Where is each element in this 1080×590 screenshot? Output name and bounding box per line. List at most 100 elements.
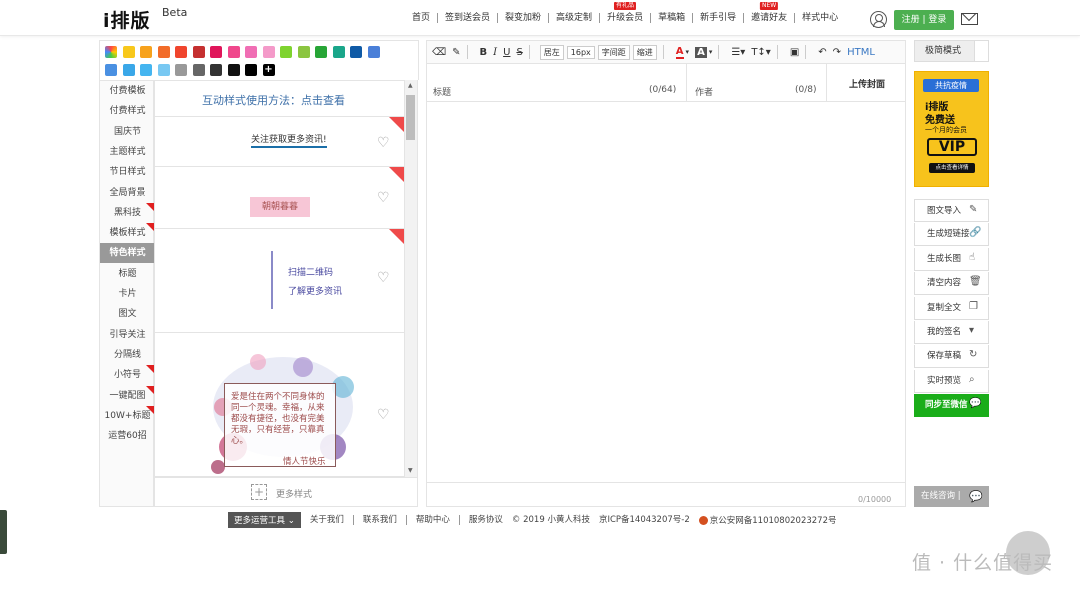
- color-swatch[interactable]: [192, 46, 205, 58]
- footer-link[interactable]: 帮助中心: [407, 515, 460, 525]
- scroll-down-icon[interactable]: ▼: [408, 467, 413, 474]
- color-swatch[interactable]: [367, 46, 380, 58]
- html-mode-button[interactable]: HTML: [847, 47, 875, 58]
- category-item[interactable]: 主题样式: [100, 142, 155, 162]
- vip-promo-banner[interactable]: 共抗疫情 i排版 免费送 一个月的会员 VIP 点击查看详情: [914, 71, 989, 187]
- style-card[interactable]: 朝朝暮暮 ♡: [155, 167, 405, 229]
- nav-item[interactable]: 样式中心: [795, 13, 845, 23]
- toggle-switch[interactable]: [974, 41, 988, 61]
- nav-item[interactable]: 新手引导: [693, 13, 745, 23]
- color-swatch[interactable]: [315, 46, 327, 58]
- category-item[interactable]: 全局背景: [100, 183, 155, 203]
- undo-icon[interactable]: ↶: [818, 47, 826, 58]
- online-consult-button[interactable]: 在线咨询 | 💬: [914, 486, 989, 507]
- color-swatch[interactable]: [175, 64, 187, 76]
- category-item[interactable]: 小符号: [100, 365, 155, 385]
- style-card[interactable]: 扫描二维码 了解更多资讯 ♡: [155, 229, 405, 333]
- title-field[interactable]: 标题 (0/64): [427, 64, 687, 102]
- register-login-button[interactable]: 注册 | 登录: [894, 10, 954, 30]
- category-item[interactable]: 一键配图: [100, 385, 155, 406]
- side-feedback-tab[interactable]: [0, 510, 7, 554]
- editor-area[interactable]: 标题 (0/64) 作者 (0/8) 上传封面: [426, 64, 906, 507]
- image-icon[interactable]: ▣: [790, 47, 799, 58]
- category-item[interactable]: 特色样式: [100, 243, 155, 264]
- side-action-button[interactable]: 保存草稿 ↻: [914, 345, 989, 369]
- side-action-button[interactable]: 我的签名 ▾: [914, 321, 989, 344]
- strikethrough-button[interactable]: S: [516, 47, 522, 58]
- heading-icon[interactable]: T↕▾: [751, 47, 771, 58]
- color-swatch[interactable]: [105, 64, 117, 76]
- nav-item[interactable]: 签到送会员: [438, 13, 499, 23]
- category-item[interactable]: 模板样式: [100, 223, 155, 243]
- nav-item[interactable]: 升级会员 有礼品: [600, 2, 652, 23]
- side-action-button[interactable]: 清空内容 🗑: [914, 272, 989, 296]
- category-item[interactable]: 10W+标题: [100, 405, 155, 426]
- color-swatch[interactable]: [245, 46, 257, 58]
- side-action-button[interactable]: 实时预览 ⌕: [914, 369, 989, 393]
- nav-item[interactable]: 首页: [405, 13, 439, 23]
- category-item[interactable]: 节日样式: [100, 162, 155, 182]
- color-swatch[interactable]: [140, 46, 152, 58]
- more-tools-button[interactable]: 更多运营工具 ⌄: [228, 512, 301, 528]
- chevron-down-icon[interactable]: ▾: [709, 48, 713, 56]
- style-card-link[interactable]: 互动样式使用方法：点击查看: [155, 81, 405, 117]
- color-swatch[interactable]: [192, 64, 205, 76]
- logo[interactable]: i排版: [103, 6, 151, 33]
- color-swatch[interactable]: [122, 64, 135, 76]
- font-size-select[interactable]: 16px: [566, 45, 595, 59]
- heart-icon[interactable]: ♡: [377, 136, 391, 150]
- bg-color-button[interactable]: A: [695, 46, 707, 58]
- more-styles-button[interactable]: + 更多样式: [154, 477, 418, 507]
- upload-cover-button[interactable]: 上传封面: [827, 64, 906, 102]
- side-action-button[interactable]: 同步至微信 💬: [914, 394, 989, 418]
- nav-item[interactable]: 高级定制: [549, 13, 601, 23]
- eraser-icon[interactable]: ⌫: [432, 47, 446, 58]
- color-swatch[interactable]: [262, 46, 275, 58]
- category-item[interactable]: 付费模板: [100, 81, 155, 101]
- category-item[interactable]: 分隔线: [100, 345, 155, 365]
- color-swatch[interactable]: [122, 46, 135, 58]
- nav-item[interactable]: 裂变加粉: [498, 13, 550, 23]
- category-item[interactable]: 国庆节: [100, 122, 155, 142]
- scrollbar-thumb[interactable]: [406, 95, 415, 140]
- scroll-up-icon[interactable]: ▲: [408, 82, 413, 89]
- bold-button[interactable]: B: [480, 47, 488, 58]
- color-swatch[interactable]: [227, 46, 240, 58]
- italic-button[interactable]: I: [493, 47, 497, 58]
- style-card[interactable]: 关注获取更多资讯! ♡: [155, 117, 405, 167]
- category-item[interactable]: 黑科技: [100, 202, 155, 223]
- color-swatch[interactable]: [227, 64, 240, 76]
- side-action-button[interactable]: 复制全文 ❐: [914, 296, 989, 320]
- style-card-watercolor[interactable]: 爱是住在两个不同身体的同一个灵魂。幸福，从来都没有捷径，也没有完美无瑕，只有经营…: [155, 333, 405, 476]
- color-swatch[interactable]: [280, 46, 292, 58]
- nav-item[interactable]: 草稿箱: [651, 13, 694, 23]
- color-swatch[interactable]: [157, 46, 170, 58]
- color-swatch[interactable]: [210, 64, 222, 76]
- footer-link[interactable]: 联系我们: [354, 515, 407, 525]
- letter-spacing-select[interactable]: 字间距: [597, 44, 630, 60]
- color-swatch[interactable]: [350, 46, 362, 58]
- category-item[interactable]: 运营60招: [100, 426, 155, 446]
- user-icon[interactable]: [870, 11, 887, 28]
- icp-number[interactable]: 京ICP备14043207号-2: [599, 515, 699, 525]
- footer-link[interactable]: 关于我们: [301, 515, 354, 525]
- author-field[interactable]: 作者 (0/8): [687, 64, 827, 102]
- color-swatch[interactable]: [140, 64, 152, 76]
- add-color-button[interactable]: +: [262, 64, 275, 76]
- underline-button[interactable]: U: [503, 47, 510, 58]
- color-swatch[interactable]: [245, 64, 257, 76]
- category-item[interactable]: 引导关注: [100, 325, 155, 345]
- heart-icon[interactable]: ♡: [377, 271, 391, 285]
- color-swatch[interactable]: [175, 46, 187, 58]
- align-select[interactable]: 居左: [539, 44, 564, 60]
- category-item[interactable]: 标题: [100, 264, 155, 284]
- interactive-style-help-link[interactable]: 互动样式使用方法：点击查看: [202, 92, 345, 108]
- heart-icon[interactable]: ♡: [377, 191, 391, 205]
- side-action-button[interactable]: 图文导入 ✎: [914, 199, 989, 222]
- nav-item[interactable]: 邀请好友 NEW: [744, 2, 796, 23]
- footer-link[interactable]: 服务协议: [460, 515, 512, 525]
- color-swatch[interactable]: [105, 46, 117, 58]
- police-record[interactable]: 京公安网备11010802023272号: [710, 514, 837, 526]
- category-item[interactable]: 图文: [100, 304, 155, 324]
- side-action-button[interactable]: 生成长图 ☝: [914, 247, 989, 271]
